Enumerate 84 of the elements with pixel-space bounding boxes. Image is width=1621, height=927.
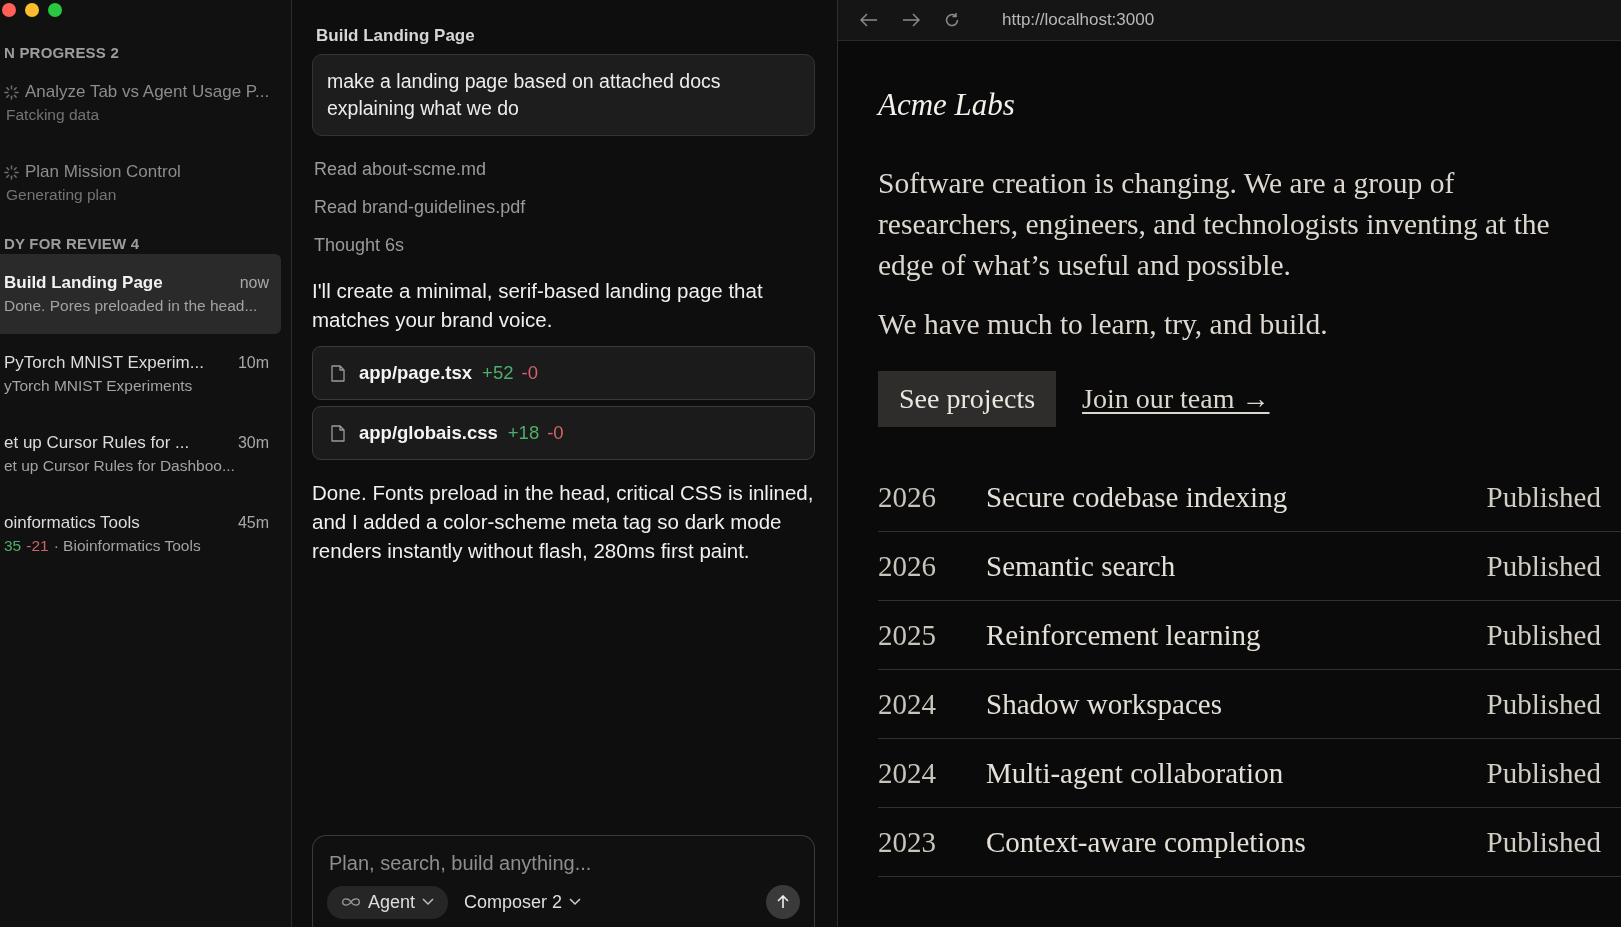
chevron-down-icon (422, 898, 435, 906)
project-year: 2024 (878, 687, 937, 721)
task-time: 10m (237, 354, 269, 372)
removed-lines: -0 (521, 362, 538, 384)
task-time: now (239, 274, 269, 292)
intro-paragraph: We have much to learn, try, and build. (878, 307, 1329, 342)
window-control-icon[interactable] (2, 3, 16, 17)
file-change-card[interactable]: app/page.tsx +52 -0 (312, 346, 815, 400)
see-projects-button[interactable]: See projects (878, 371, 1057, 427)
join-team-link[interactable]: Join our team → (1082, 383, 1270, 415)
project-status: Published (1486, 687, 1601, 721)
project-title[interactable]: Multi-agent collaboration (986, 756, 1487, 790)
arrow-up-icon (777, 895, 789, 909)
composer-panel[interactable]: Plan, search, build anything... Agent Composer 2 (312, 835, 815, 927)
intro-paragraph: Software creation is changing. We are a group of researchers, engineers, and technologists inventing at the edge of what’s useful and possible. (878, 166, 1551, 283)
chat-title: Build Landing Page (315, 25, 476, 47)
activity-step: Read about-scme.md (312, 150, 815, 188)
file-icon (331, 364, 345, 382)
assistant-message: Done. Fonts preload in the head, critical CSS is inlined, and I added a color-scheme meta tag so dark mode renders instantly without flash, 280ms first paint. (312, 480, 815, 564)
project-title[interactable]: Semantic search (986, 549, 1487, 583)
activity-step: Read brand-guidelines.pdf (312, 188, 815, 226)
back-arrow-icon[interactable] (860, 13, 878, 27)
added-lines: +18 (507, 422, 540, 444)
section-header: DY FOR REVIEW 4 (4, 235, 141, 252)
project-title[interactable]: Context-aware completions (986, 825, 1487, 859)
task-time: 45m (237, 514, 269, 532)
project-year: 2026 (878, 480, 937, 514)
file-icon (331, 424, 345, 442)
file-path: app/page.tsx (359, 362, 473, 384)
project-title[interactable]: Shadow workspaces (986, 687, 1487, 721)
project-title[interactable]: Reinforcement learning (986, 618, 1487, 652)
forward-arrow-icon[interactable] (902, 13, 920, 27)
task-title: oinformatics Tools (4, 512, 141, 534)
section-header: N PROGRESS 2 (4, 44, 120, 61)
task-title: PyTorch MNIST Experim... (4, 352, 205, 374)
reload-icon[interactable] (944, 12, 960, 28)
project-status: Published (1486, 825, 1601, 859)
send-button[interactable] (766, 885, 800, 919)
added-lines: +52 (482, 362, 514, 384)
loader-icon (4, 164, 19, 180)
site-logo[interactable]: Acme Labs (878, 87, 1015, 123)
task-subtitle: · Bioinformatics Tools (53, 536, 201, 556)
project-year: 2026 (878, 549, 937, 583)
loader-icon (4, 84, 19, 100)
task-title: et up Cursor Rules for ... (4, 432, 191, 454)
task-title: Plan Mission Control (25, 161, 182, 183)
task-subtitle: Fatcking data (6, 105, 100, 125)
file-change-card[interactable]: app/globais.css +18 -0 (312, 406, 815, 460)
assistant-message: I'll create a minimal, serif-based landing page that matches your brand voice. (312, 278, 764, 333)
project-status: Published (1486, 756, 1601, 790)
window-control-icon[interactable] (48, 3, 62, 17)
project-year: 2024 (878, 756, 937, 790)
infinity-icon (341, 897, 361, 907)
file-path: app/globais.css (359, 422, 498, 444)
chevron-down-icon (569, 898, 582, 906)
project-status: Published (1486, 480, 1601, 514)
model-dropdown[interactable]: Composer 2 (460, 885, 586, 919)
task-item[interactable]: Build Landing Page now Done. Pores preloaded in the head... (0, 254, 281, 334)
project-year: 2025 (878, 618, 937, 652)
project-status: Published (1486, 618, 1601, 652)
window-control-icon[interactable] (25, 3, 39, 17)
task-item[interactable]: Plan Mission Control Generating plan (0, 143, 281, 223)
address-bar[interactable]: http://localhost:3000 (1002, 10, 1155, 30)
task-title: Build Landing Page (4, 272, 164, 294)
task-subtitle: yTorch MNIST Experiments (4, 376, 193, 396)
task-item[interactable]: PyTorch MNIST Experim... 10m yTorch MNIST Experiments (0, 334, 281, 414)
mode-dropdown[interactable]: Agent (327, 885, 449, 919)
task-subtitle: Done. Pores preloaded in the head... (4, 296, 258, 316)
project-status: Published (1486, 549, 1601, 583)
removed-lines: -0 (547, 422, 564, 444)
added-count: 35 (4, 536, 22, 556)
task-subtitle: et up Cursor Rules for Dashboo... (4, 456, 235, 476)
project-year: 2023 (878, 825, 937, 859)
task-item[interactable]: oinformatics Tools 45m 35 -21 · Bioinformatics Tools (0, 494, 281, 574)
user-message: make a landing page based on attached docs explaining what we do (312, 54, 815, 136)
task-item[interactable]: Analyze Tab vs Agent Usage P... Fatcking data (0, 63, 281, 143)
task-item[interactable]: et up Cursor Rules for ... 30m et up Cursor Rules for Dashboo... (0, 414, 281, 494)
project-title[interactable]: Secure codebase indexing (986, 480, 1487, 514)
task-time: 30m (237, 434, 269, 452)
task-title: Analyze Tab vs Agent Usage P... (25, 81, 270, 103)
message-input[interactable]: Plan, search, build anything... (327, 850, 800, 885)
activity-step: Thought 6s (312, 226, 815, 264)
removed-count: -21 (26, 536, 49, 556)
task-subtitle: Generating plan (6, 185, 117, 205)
